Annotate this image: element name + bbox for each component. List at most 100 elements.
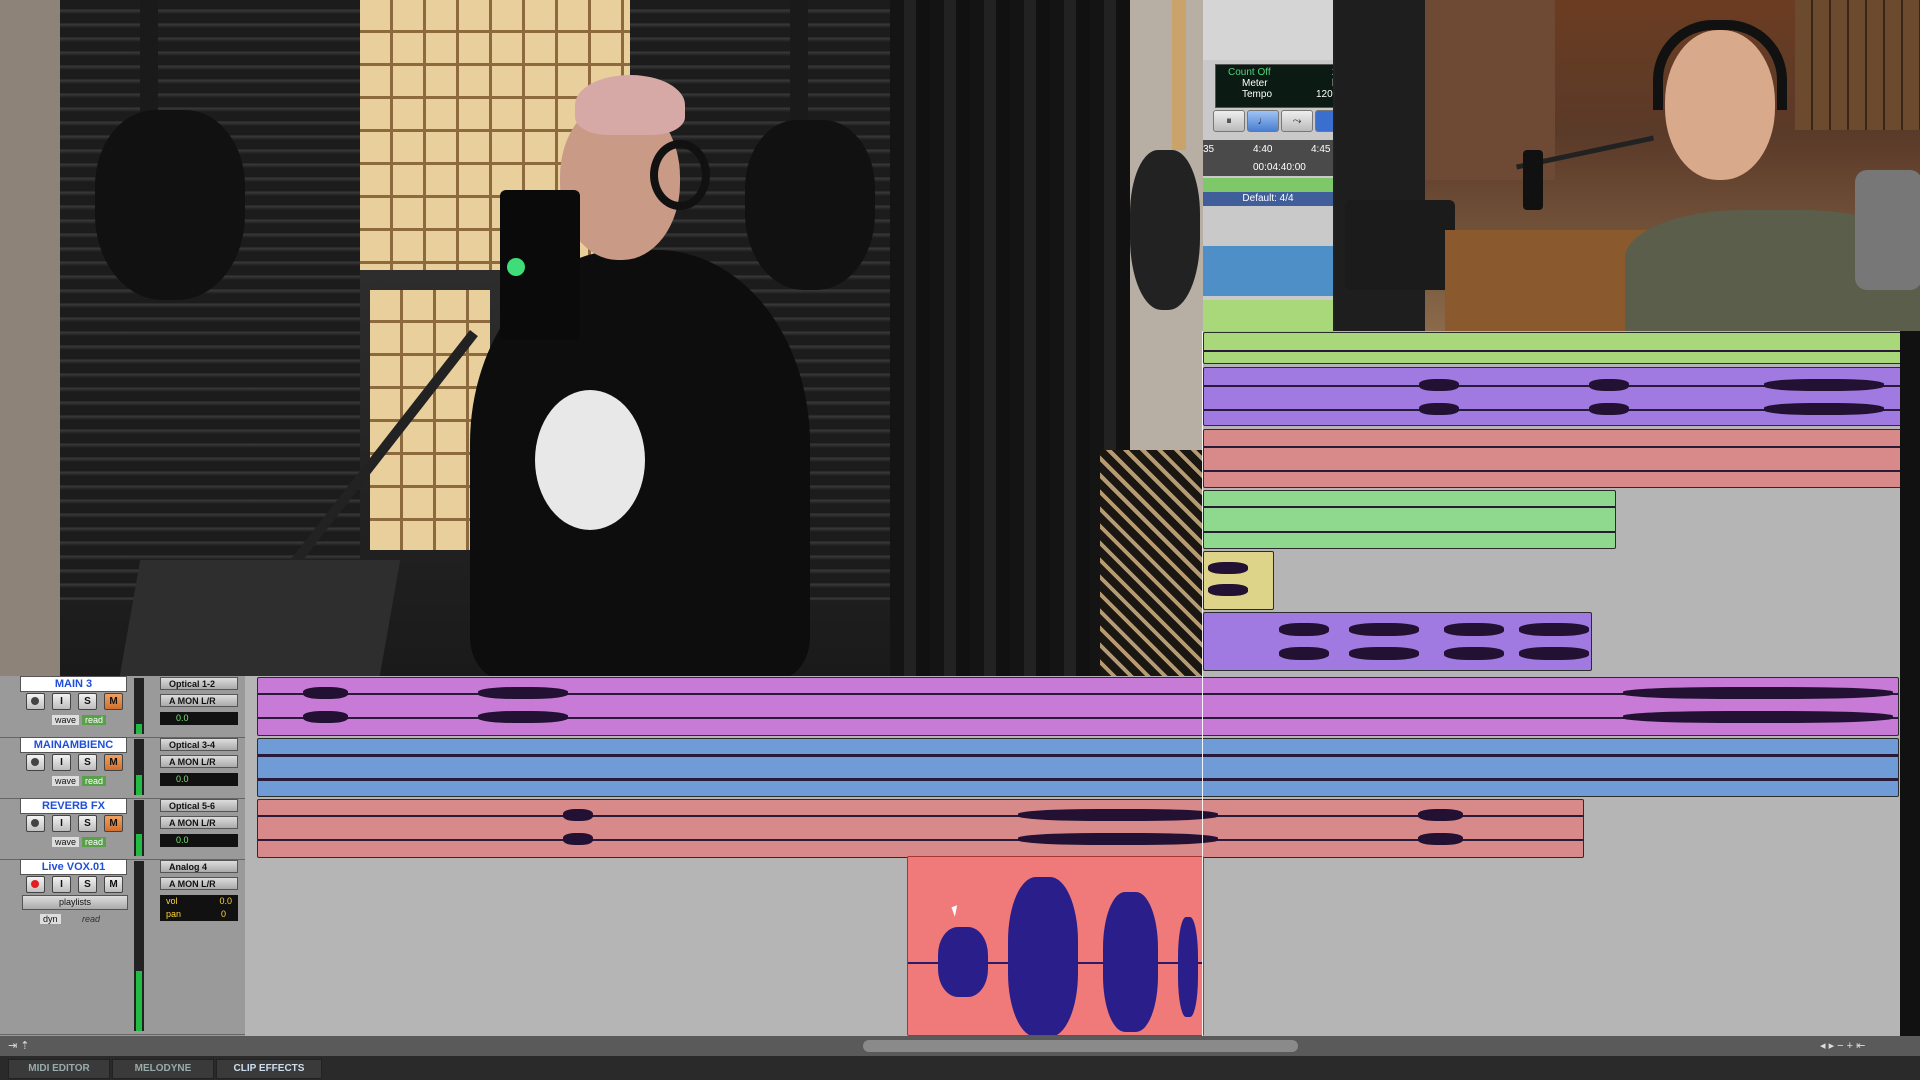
mute-button[interactable]: M <box>104 876 123 893</box>
record-enable-button[interactable] <box>26 754 45 771</box>
timeline-ruler[interactable]: 35 4:40 4:45 00:04:40:00 <box>1203 140 1333 176</box>
shirt-print <box>535 390 645 530</box>
horizontal-scrollbar[interactable]: ⇥ ⇡ ◂ ▸ − + ⇤ <box>0 1036 1920 1056</box>
view-selector[interactable]: wave <box>52 715 80 725</box>
tempo-value[interactable]: 120.0( <box>1316 89 1333 100</box>
input-selector[interactable]: Optical 1-2 <box>160 677 238 690</box>
headphones <box>1653 20 1787 110</box>
count-off-label[interactable]: Count Off <box>1228 67 1271 78</box>
input-selector[interactable]: Analog 4 <box>160 860 238 873</box>
chair <box>1855 170 1920 290</box>
solo-button[interactable]: S <box>78 754 97 771</box>
pan-readout[interactable]: pan 0 <box>160 908 238 921</box>
level-meter <box>134 861 144 1031</box>
scroll-thumb[interactable] <box>863 1040 1298 1052</box>
input-selector[interactable]: Optical 3-4 <box>160 738 238 751</box>
clip-strip <box>1203 300 1333 331</box>
clip-live-vox-recording[interactable] <box>907 856 1204 1036</box>
view-selector[interactable]: wave <box>52 837 80 847</box>
clip-lime[interactable] <box>1203 332 1900 364</box>
record-enable-button[interactable] <box>26 693 45 710</box>
solo-button[interactable]: S <box>78 815 97 832</box>
input-monitor-button[interactable]: I <box>52 815 71 832</box>
track-name[interactable]: MAINAMBIENC <box>20 737 127 753</box>
clip-green[interactable] <box>1203 490 1616 549</box>
output-selector[interactable]: A MON L/R <box>160 877 238 890</box>
solo-button[interactable]: S <box>78 876 97 893</box>
meter-ruler[interactable]: Default: 4/4 <box>1203 192 1333 206</box>
zoom-controls-icon[interactable]: ◂ ▸ − + ⇤ <box>1820 1039 1865 1052</box>
tab-midi-editor[interactable]: MIDI EDITOR <box>8 1059 110 1079</box>
track-main3: MAIN 3 I S M wave read Optical 1-2 A MON… <box>0 676 245 738</box>
clip-red[interactable] <box>1203 429 1900 488</box>
track-name[interactable]: Live VOX.01 <box>20 859 127 875</box>
loop-button[interactable]: ⤳ <box>1281 110 1313 132</box>
track-live-vox: Live VOX.01 I S M playlists dyn read Ana… <box>0 859 245 1035</box>
amp-equipment <box>119 560 401 676</box>
ruler-mark: 4:40 <box>1253 144 1273 155</box>
counter-display[interactable]: Count Off 2 b Meter Tempo 120.0( <box>1215 64 1333 108</box>
meter-label[interactable]: Meter <box>1242 78 1268 89</box>
transport-button-row: ⏸ ♩ ⤳ <box>1213 110 1333 132</box>
ruler-mark: 35 <box>1203 144 1215 155</box>
marker-bar[interactable] <box>1203 178 1333 192</box>
waveform-strip <box>1203 246 1333 296</box>
track-list-toggle-icon[interactable]: ⇥ ⇡ <box>8 1039 30 1052</box>
clip-mainambience[interactable] <box>257 738 1899 797</box>
clip-reverb-fx[interactable] <box>257 799 1584 858</box>
wait-note-button[interactable]: ♩ <box>1247 110 1279 132</box>
main-video-feed <box>0 0 1203 676</box>
output-selector[interactable]: A MON L/R <box>160 694 238 707</box>
track-name[interactable]: MAIN 3 <box>20 676 127 692</box>
volume-readout[interactable]: 0.0 <box>160 834 238 847</box>
diffuser <box>1795 0 1920 130</box>
input-monitor-button[interactable]: I <box>52 693 71 710</box>
automation-mode[interactable]: read <box>82 715 107 725</box>
inset-video-feed <box>1333 0 1920 331</box>
level-meter <box>134 678 144 734</box>
ruler-mark: 4:45 <box>1311 144 1331 155</box>
track-name[interactable]: REVERB FX <box>20 798 127 814</box>
solo-button[interactable]: S <box>78 693 97 710</box>
mic-logo-icon <box>507 258 525 276</box>
tempo-label[interactable]: Tempo <box>1242 89 1272 100</box>
clip-main3[interactable] <box>257 677 1899 736</box>
level-meter <box>134 739 144 795</box>
input-monitor-button[interactable]: I <box>52 876 71 893</box>
automation-mode[interactable]: read <box>82 914 100 924</box>
record-enable-button[interactable] <box>26 876 45 893</box>
mute-button[interactable]: M <box>104 693 123 710</box>
volume-readout[interactable]: 0.0 <box>160 773 238 786</box>
mute-button[interactable]: M <box>104 815 123 832</box>
clip-yellow[interactable] <box>1203 551 1274 610</box>
output-selector[interactable]: A MON L/R <box>160 755 238 768</box>
guitar-right <box>745 120 875 290</box>
automation-mode[interactable]: read <box>82 837 107 847</box>
input-selector[interactable]: Optical 5-6 <box>160 799 238 812</box>
edit-window-tracks[interactable] <box>245 676 1900 1036</box>
track-headers: MAIN 3 I S M wave read Optical 1-2 A MON… <box>0 676 245 1049</box>
clip-purple-2[interactable] <box>1203 612 1592 671</box>
input-monitor-button[interactable]: I <box>52 754 71 771</box>
mute-button[interactable]: M <box>104 754 123 771</box>
volume-readout[interactable]: vol 0.0 <box>160 895 238 908</box>
wall <box>0 0 60 676</box>
record-enable-button[interactable] <box>26 815 45 832</box>
playhead[interactable] <box>1202 331 1203 1036</box>
timeline-upper[interactable] <box>1203 331 1900 676</box>
view-selector[interactable]: dyn <box>40 914 61 924</box>
guitar-neck-right <box>790 0 808 130</box>
tab-melodyne[interactable]: MELODYNE <box>112 1059 214 1079</box>
output-selector[interactable]: A MON L/R <box>160 816 238 829</box>
volume-readout[interactable]: 0.0 <box>160 712 238 725</box>
view-selector[interactable]: wave <box>52 776 80 786</box>
pause-record-button[interactable]: ⏸ <box>1213 110 1245 132</box>
playlists-selector[interactable]: playlists <box>22 895 128 910</box>
headphones <box>650 140 710 210</box>
acoustic-foam-left <box>60 0 360 600</box>
tab-clip-effects[interactable]: CLIP EFFECTS <box>216 1059 322 1079</box>
metronome-button[interactable] <box>1315 110 1333 132</box>
clip-purple[interactable] <box>1203 367 1900 426</box>
automation-mode[interactable]: read <box>82 776 107 786</box>
track-mainambience: MAINAMBIENC I S M wave read Optical 3-4 … <box>0 737 245 799</box>
